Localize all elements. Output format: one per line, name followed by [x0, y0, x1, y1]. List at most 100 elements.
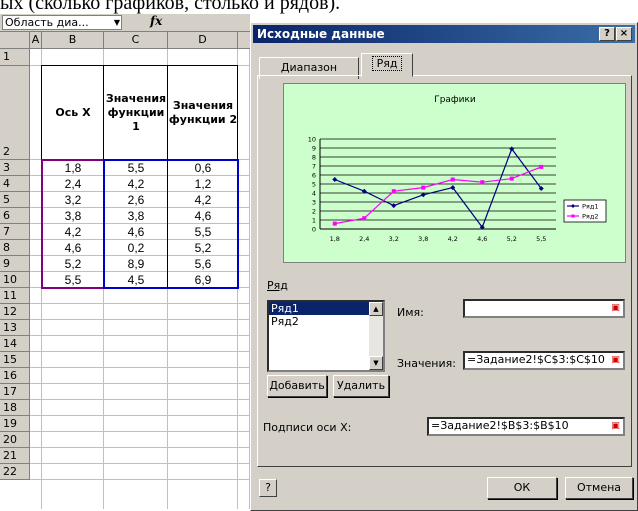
values-input-value: =Задание2!$C$3:$C$10	[467, 353, 605, 366]
corner-cell[interactable]	[0, 32, 30, 49]
listbox-scrollbar[interactable]: ▲ ▼	[369, 302, 383, 370]
row-header[interactable]: 1	[0, 49, 30, 66]
y-tick-label: 5	[312, 181, 316, 189]
y-tick-label: 7	[312, 163, 316, 171]
data-point	[391, 203, 397, 209]
column-header-a[interactable]: A	[30, 32, 42, 49]
row-header[interactable]: 3	[0, 160, 30, 176]
data-point	[450, 177, 455, 182]
data-point	[421, 185, 426, 190]
grid-line	[30, 383, 250, 384]
row-header[interactable]: 13	[0, 320, 30, 336]
name-input[interactable]: ▣	[463, 299, 625, 318]
tab-series[interactable]: Ряд	[361, 53, 413, 77]
spreadsheet-grid[interactable]: A B C D 1 2 3 4 5 6 7 8 9 10 11 12 13 14 15 16 17 18 19 20 2…	[0, 32, 250, 511]
row-header[interactable]: 20	[0, 432, 30, 448]
name-box-value: Область диа...	[5, 16, 89, 29]
data-point	[332, 177, 338, 182]
row-header[interactable]: 12	[0, 304, 30, 320]
name-box[interactable]: Область диа... ▼	[2, 15, 122, 30]
row-header[interactable]: 7	[0, 224, 30, 240]
chart-title: Графики	[434, 95, 476, 105]
column-header-b[interactable]: B	[42, 32, 104, 49]
help-icon[interactable]: ?	[259, 479, 277, 497]
row-header[interactable]: 8	[0, 240, 30, 256]
y-tick-label: 3	[312, 199, 316, 207]
series-list-item[interactable]: Ряд2	[269, 315, 383, 328]
x-tick-label: 5,5	[536, 235, 546, 243]
values-input[interactable]: =Задание2!$C$3:$C$10 ▣	[463, 351, 625, 370]
row-header[interactable]: 4	[0, 176, 30, 192]
row-header[interactable]: 16	[0, 368, 30, 384]
chevron-down-icon[interactable]: ▼	[114, 16, 120, 29]
close-button[interactable]: ×	[616, 27, 632, 41]
data-point	[362, 216, 367, 221]
row-header[interactable]: 11	[0, 288, 30, 304]
row-header[interactable]: 15	[0, 352, 30, 368]
add-series-button[interactable]: Добавить	[267, 375, 327, 397]
grid-line	[30, 479, 250, 480]
x-labels-input-value: =Задание2!$B$3:$B$10	[431, 419, 569, 432]
x-tick-label: 1,8	[330, 235, 340, 243]
name-label: Имя:	[397, 306, 424, 319]
grid-line	[30, 415, 250, 416]
scroll-up-icon[interactable]: ▲	[369, 302, 383, 316]
x-tick-label: 3,8	[418, 235, 428, 243]
column-header-e[interactable]	[238, 32, 250, 49]
row-header[interactable]: 18	[0, 400, 30, 416]
remove-series-button[interactable]: Удалить	[333, 375, 389, 397]
grid-line	[30, 431, 250, 432]
row-header[interactable]: 9	[0, 256, 30, 272]
x-tick-label: 4,2	[448, 235, 458, 243]
row-header[interactable]: 6	[0, 208, 30, 224]
help-button[interactable]: ?	[599, 27, 615, 41]
chart-preview: Графики 0 1 2 3 4 5 6 7 8 9 10 1,8 2,4 3,2 3,8 4,2 4,6 5,2…	[283, 83, 626, 263]
ok-button[interactable]: ОК	[487, 477, 557, 499]
series-list-item[interactable]: Ряд1	[269, 302, 383, 315]
cancel-button[interactable]: Отмена	[565, 477, 633, 499]
collapse-dialog-icon[interactable]: ▣	[609, 354, 622, 367]
row-header[interactable]: 5	[0, 192, 30, 208]
data-point	[332, 221, 337, 226]
grid-line	[30, 367, 250, 368]
grid-line	[30, 319, 250, 320]
row-header[interactable]: 21	[0, 448, 30, 464]
grid-line	[30, 303, 250, 304]
dialog-title: Исходные данные	[257, 27, 385, 41]
row-header[interactable]: 10	[0, 272, 30, 288]
row-header[interactable]: 14	[0, 336, 30, 352]
range-highlight	[103, 159, 239, 289]
y-tick-label: 8	[312, 154, 316, 162]
column-header-d[interactable]: D	[168, 32, 238, 49]
range-highlight	[41, 159, 105, 289]
y-tick-label: 4	[312, 190, 316, 198]
x-labels-input[interactable]: =Задание2!$B$3:$B$10 ▣	[427, 417, 625, 436]
fx-icon[interactable]: fx	[150, 14, 162, 28]
legend-label: Ряд2	[582, 213, 598, 221]
collapse-dialog-icon[interactable]: ▣	[609, 420, 622, 433]
collapse-dialog-icon[interactable]: ▣	[609, 302, 622, 315]
dialog-titlebar[interactable]: Исходные данные ? ×	[253, 25, 635, 43]
values-label: Значения:	[397, 357, 456, 370]
row-header[interactable]: 22	[0, 464, 30, 480]
column-header-c[interactable]: C	[104, 32, 168, 49]
x-tick-label: 4,6	[477, 235, 487, 243]
row-header[interactable]: 17	[0, 384, 30, 400]
data-point	[480, 180, 485, 185]
line-chart: Графики 012345678910 1,8 2,4 3,2 3,8 4,2 4,6 5,2…	[308, 95, 607, 243]
row-header[interactable]: 2	[0, 66, 30, 160]
x-labels-label: Подписи оси X:	[263, 421, 352, 434]
grid-line	[30, 447, 250, 448]
data-point	[539, 164, 544, 169]
y-tick-label: 0	[312, 226, 316, 234]
x-tick-label: 2,4	[359, 235, 369, 243]
data-point	[509, 176, 514, 181]
legend-marker	[571, 214, 575, 218]
grid-line	[30, 399, 250, 400]
scroll-down-icon[interactable]: ▼	[369, 356, 383, 370]
y-tick-label: 6	[312, 172, 316, 180]
row-header[interactable]: 19	[0, 416, 30, 432]
series-listbox[interactable]: Ряд1 Ряд2 ▲ ▼	[267, 300, 385, 372]
legend-label: Ряд1	[582, 203, 598, 211]
tab-series-label: Ряд	[371, 56, 403, 71]
